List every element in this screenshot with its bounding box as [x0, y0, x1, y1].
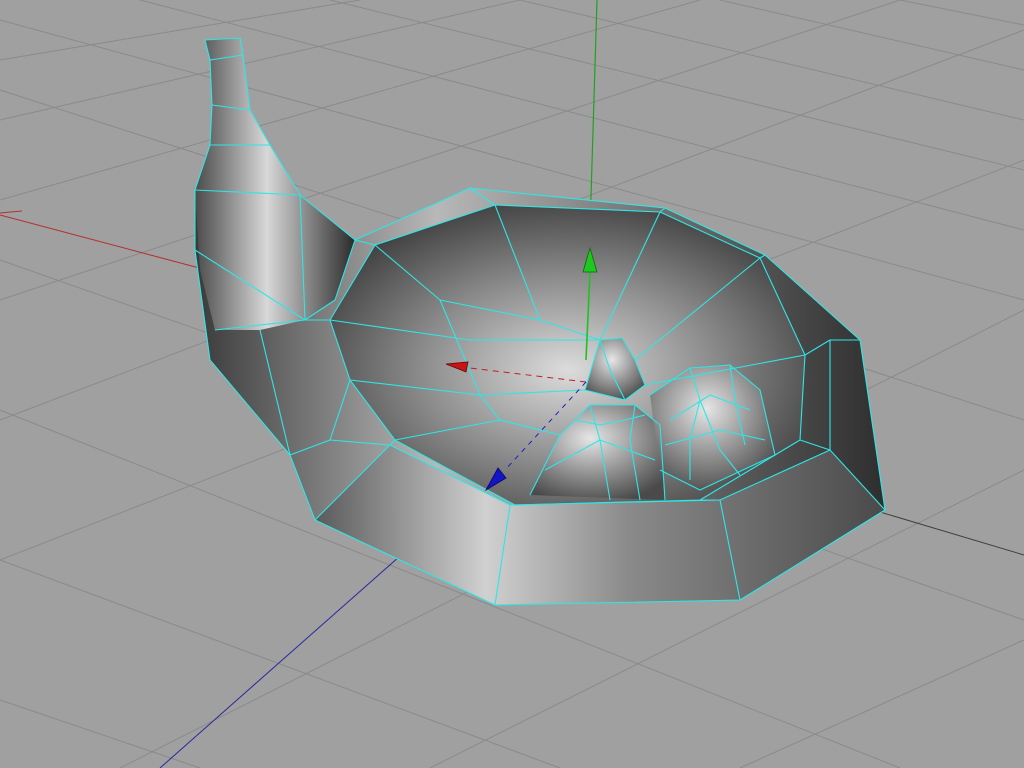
mesh-spout — [195, 38, 355, 330]
mesh-model[interactable] — [194, 37, 886, 606]
world-x-axis-dark — [879, 511, 1024, 556]
world-x-axis-tick — [0, 210, 23, 214]
3d-viewport[interactable] — [0, 0, 1024, 768]
